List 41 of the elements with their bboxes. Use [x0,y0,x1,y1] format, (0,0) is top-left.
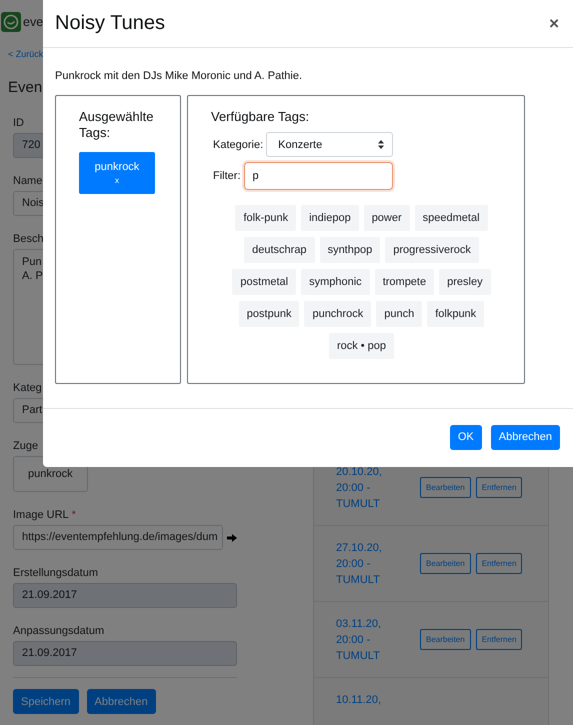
cancel-button[interactable]: Abbrechen [490,424,560,450]
tag-chip[interactable]: indiepop [301,205,359,231]
field-label: Kateg [13,382,42,394]
ok-button[interactable]: OK [450,424,482,450]
tag-chip[interactable]: rock • pop [328,333,394,359]
tag-chip[interactable]: punch [376,301,422,327]
field-label: Anpassungsdatum [13,625,104,637]
panel-heading: Ausgewählte Tags: [79,109,154,141]
page-heading: Even [8,79,44,96]
logo-text: eve [23,15,44,29]
tag-chip[interactable]: folk-punk [235,205,296,231]
tag-chip[interactable]: presley [439,269,491,295]
category-label: Kategorie: [213,138,264,150]
close-button[interactable]: × [549,14,559,34]
tag-chip[interactable]: postmetal [232,269,296,295]
tag-chip[interactable]: postpunk [238,301,300,327]
tag-chip[interactable]: synthpop [320,237,380,263]
url-field[interactable]: https://eventempfehlung.de/images/dum [13,525,223,550]
arrow-right-icon[interactable] [227,534,237,542]
field-label: Name [13,175,42,187]
field-label: Erstellungsdatum [13,567,98,579]
category-select[interactable]: Konzerte [266,132,394,157]
field-label: Besch [13,233,44,245]
tag-chip[interactable]: trompete [374,269,434,295]
sort-arrows-icon [378,140,384,149]
field-label: ID [13,117,24,129]
field-label: Image URL * [13,509,76,521]
filter-field[interactable]: p [244,162,392,190]
field-label: Zuge [13,440,38,452]
tag-chip[interactable]: punchrock [304,301,372,327]
tag-chip[interactable]: symphonic [301,269,370,295]
tag-chip[interactable]: folkpunk [427,301,484,327]
tag-chip[interactable]: speedmetal [414,205,488,231]
tag-chip[interactable]: deutschrap [244,237,315,263]
filter-label: Filter: [213,170,240,182]
tag-chip[interactable]: progressiverock [385,237,479,263]
tag-chip[interactable]: power [364,205,410,231]
dialog-title: Noisy Tunes [55,12,166,35]
description-text: Punkrock mit den DJs Mike Moronic und A. Pathie. [55,70,303,82]
selected-tag[interactable]: punkrock x [79,152,155,194]
panel-heading: Verfügbare Tags: [211,109,310,125]
